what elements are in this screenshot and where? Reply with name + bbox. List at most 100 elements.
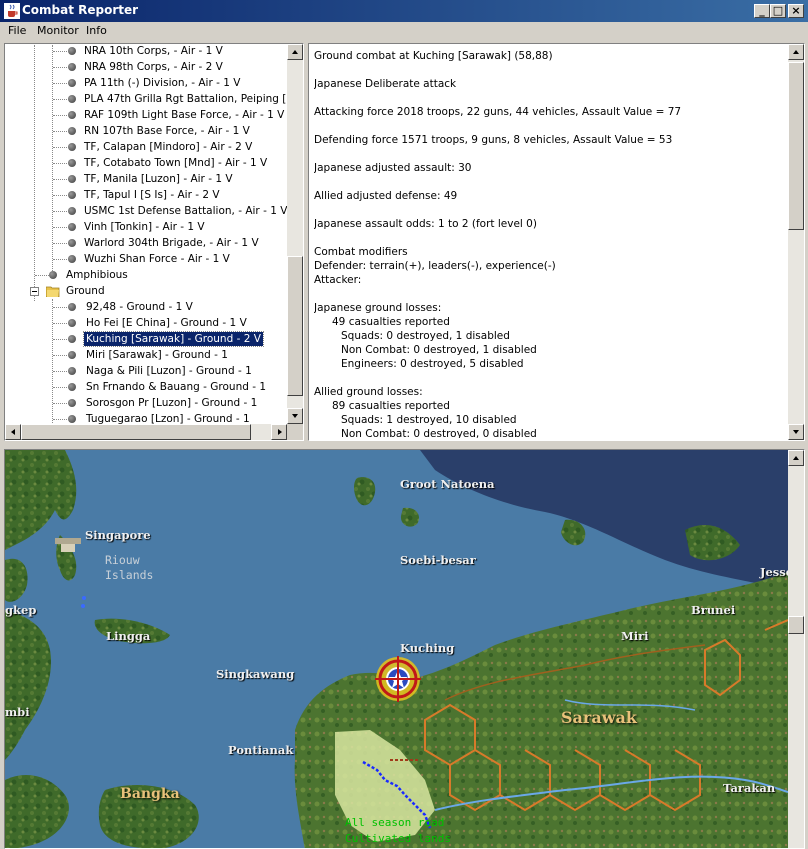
report-line: Attacking force 2018 troops, 22 guns, 44…	[314, 106, 682, 118]
tree-item-air-unit[interactable]: NRA 10th Corps, - Air - 1 V	[6, 45, 288, 59]
report-scroll-down-button[interactable]	[788, 424, 804, 440]
tree-item-label: TF, Manila [Luzon] - Air - 1 V	[84, 173, 233, 185]
tree-item-label: Warlord 304th Brigade, - Air - 1 V	[84, 237, 259, 249]
report-line: 49 casualties reported	[332, 316, 450, 328]
tree-item-label: TF, Calapan [Mindoro] - Air - 2 V	[84, 141, 253, 153]
tree-item-ground-unit[interactable]: Kuching [Sarawak] - Ground - 2 V	[6, 331, 288, 347]
maximize-button[interactable]: □	[770, 4, 786, 18]
tree-item-air-unit[interactable]: Warlord 304th Brigade, - Air - 1 V	[6, 235, 288, 251]
tree-vertical-scrollbar[interactable]	[287, 44, 303, 424]
tree-item-air-unit[interactable]: PA 11th (-) Division, - Air - 1 V	[6, 75, 288, 91]
tree-item-air-unit[interactable]: Wuzhi Shan Force - Air - 1 V	[6, 251, 288, 267]
map-label-kuching: Kuching	[400, 641, 455, 655]
report-line: Allied ground losses:	[314, 386, 423, 398]
menu-monitor[interactable]: Monitor	[37, 24, 79, 37]
unit-tree-pane[interactable]: NRA 10th Corps, - Air - 1 V NRA 98th Corp…	[4, 43, 304, 441]
map-label-lingga: Lingga	[106, 629, 151, 643]
tree-guide-line	[53, 99, 67, 100]
tree-item-ground-unit[interactable]: Sorosgon Pr [Luzon] - Ground - 1	[6, 395, 288, 411]
map-vertical-scrollbar[interactable]	[788, 450, 804, 848]
tree-item-air-unit[interactable]: TF, Tapul I [S Is] - Air - 2 V	[6, 187, 288, 203]
singapore-base-icon	[55, 538, 81, 544]
tree-guide-line	[53, 419, 67, 420]
terrain-info-land: Cultivated lands	[345, 832, 451, 845]
scroll-right-button[interactable]	[271, 424, 287, 440]
report-line: Squads: 1 destroyed, 10 disabled	[341, 414, 517, 426]
combat-report-pane[interactable]: Ground combat at Kuching [Sarawak] (58,8…	[308, 43, 805, 441]
tree-item-air-unit[interactable]: RAF 109th Light Base Force, - Air - 1 V	[6, 107, 288, 123]
scroll-down-button[interactable]	[287, 408, 303, 424]
unit-node-icon	[68, 383, 76, 391]
report-scroll-up-button[interactable]	[788, 44, 804, 60]
tree-item-air-unit[interactable]: TF, Manila [Luzon] - Air - 1 V	[6, 171, 288, 187]
tree-item-label: NRA 10th Corps, - Air - 1 V	[84, 45, 223, 57]
scroll-up-button[interactable]	[287, 44, 303, 60]
report-vertical-scrollbar[interactable]	[788, 44, 804, 440]
report-scroll-thumb[interactable]	[788, 62, 804, 230]
report-line: 89 casualties reported	[332, 400, 450, 412]
tree-item-air-unit[interactable]: TF, Calapan [Mindoro] - Air - 2 V	[6, 139, 288, 155]
tree-item-amphibious[interactable]: Amphibious	[6, 267, 288, 283]
map-label-soebi-besar: Soebi-besar	[400, 553, 476, 567]
tree-hscroll-thumb[interactable]	[21, 424, 251, 440]
unit-node-icon	[68, 255, 76, 263]
tree-item-label: Wuzhi Shan Force - Air - 1 V	[84, 253, 230, 265]
tree-item-ground-unit[interactable]: 92,48 - Ground - 1 V	[6, 299, 288, 315]
tree-item-ground-unit[interactable]: Ho Fei [E China] - Ground - 1 V	[6, 315, 288, 331]
tree-item-air-unit[interactable]: USMC 1st Defense Battalion, - Air - 1 V	[6, 203, 288, 219]
report-line: Non Combat: 0 destroyed, 0 disabled	[341, 428, 537, 438]
tree-guide-line	[53, 403, 67, 404]
report-line: Combat modifiers	[314, 246, 408, 258]
tree-item-label: Kuching [Sarawak] - Ground - 2 V	[83, 331, 264, 347]
minimize-button[interactable]: _	[754, 4, 770, 18]
unit-tree[interactable]: NRA 10th Corps, - Air - 1 V NRA 98th Corp…	[6, 45, 288, 425]
tree-item-air-unit[interactable]: Vinh [Tonkin] - Air - 1 V	[6, 219, 288, 235]
unit-node-icon	[68, 367, 76, 375]
report-line: Japanese ground losses:	[314, 302, 442, 314]
tree-item-air-unit[interactable]: RN 107th Base Force, - Air - 1 V	[6, 123, 288, 139]
report-line: Squads: 0 destroyed, 1 disabled	[341, 330, 510, 342]
unit-node-icon	[68, 127, 76, 135]
tree-item-label: RN 107th Base Force, - Air - 1 V	[84, 125, 250, 137]
tree-guide-line	[35, 275, 49, 276]
map-scroll-thumb[interactable]	[788, 616, 804, 634]
map-view[interactable]: Groot Natoena Singapore Riouw Islands So…	[4, 449, 805, 849]
close-button[interactable]: ×	[788, 4, 804, 18]
map-scroll-up-button[interactable]	[788, 450, 804, 466]
tree-item-air-unit[interactable]: NRA 98th Corps, - Air - 2 V	[6, 59, 288, 75]
tree-guide-line	[53, 115, 67, 116]
report-line: Defender: terrain(+), leaders(-), experi…	[314, 260, 556, 272]
unit-node-icon	[68, 175, 76, 183]
report-line: Non Combat: 0 destroyed, 1 disabled	[341, 344, 537, 356]
tree-scroll-thumb[interactable]	[287, 256, 303, 396]
tree-guide-line	[53, 387, 67, 388]
tree-item-air-unit[interactable]: TF, Cotabato Town [Mnd] - Air - 1 V	[6, 155, 288, 171]
report-line: Allied adjusted defense: 49	[314, 190, 458, 202]
unit-node-icon	[68, 303, 76, 311]
tree-horizontal-scrollbar[interactable]	[5, 424, 287, 440]
title-bar[interactable]: Combat Reporter _ □ ×	[0, 0, 808, 22]
menu-file[interactable]: File	[8, 24, 26, 37]
tree-item-label: Ho Fei [E China] - Ground - 1 V	[86, 317, 247, 329]
tree-item-ground-unit[interactable]: Miri [Sarawak] - Ground - 1	[6, 347, 288, 363]
tree-item-ground-unit[interactable]: Tuguegarao [Lzon] - Ground - 1	[6, 411, 288, 425]
tree-item-air-unit[interactable]: PLA 47th Grilla Rgt Battalion, Peiping […	[6, 91, 288, 107]
java-cup-icon	[4, 3, 20, 19]
report-line: Japanese Deliberate attack	[314, 78, 457, 90]
tree-item-label: 92,48 - Ground - 1 V	[86, 301, 193, 313]
menu-info[interactable]: Info	[86, 24, 107, 37]
map-label-bangka: Bangka	[120, 786, 180, 802]
collapse-toggle-icon[interactable]	[30, 287, 39, 296]
map-label-miri: Miri	[621, 629, 649, 643]
tree-guide-line	[53, 131, 67, 132]
tree-item-label: RAF 109th Light Base Force, - Air - 1 V	[84, 109, 285, 121]
tree-guide-line	[53, 195, 67, 196]
unit-node-icon	[68, 95, 76, 103]
tree-item-ground-unit[interactable]: Sn Frnando & Bauang - Ground - 1	[6, 379, 288, 395]
tree-item-ground-folder[interactable]: Ground	[6, 283, 288, 299]
scroll-left-button[interactable]	[5, 424, 21, 440]
report-line: Japanese adjusted assault: 30	[314, 162, 472, 174]
tree-item-label: NRA 98th Corps, - Air - 2 V	[84, 61, 223, 73]
tree-item-ground-unit[interactable]: Naga & Pili [Luzon] - Ground - 1	[6, 363, 288, 379]
unit-node-icon	[68, 223, 76, 231]
